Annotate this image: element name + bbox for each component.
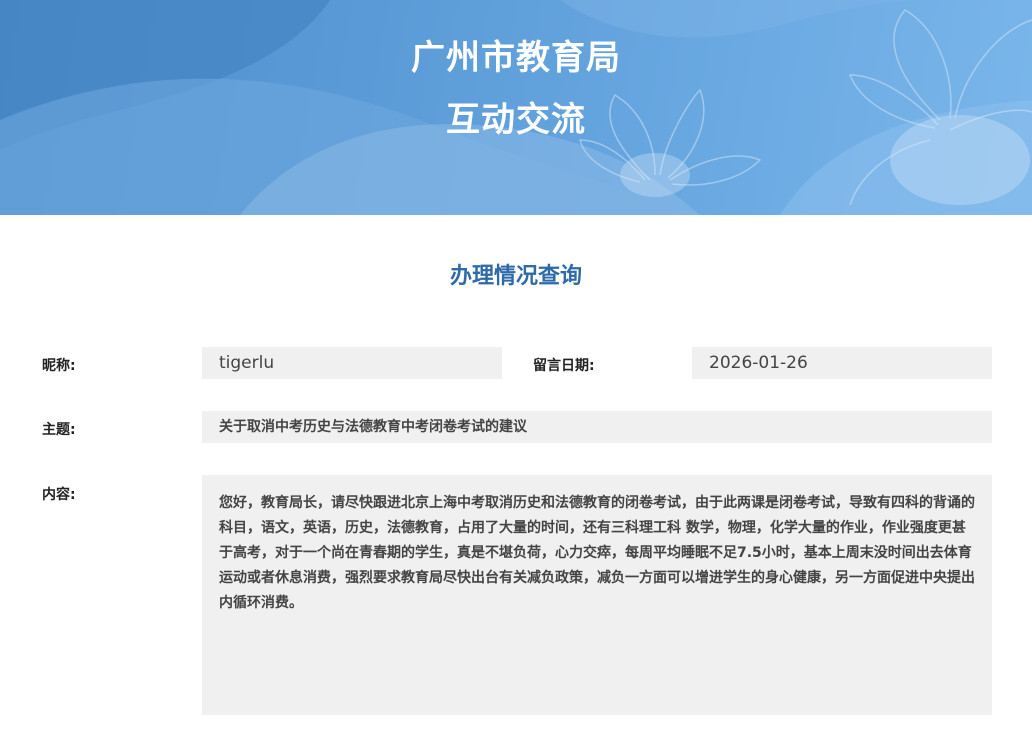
subject-label: 主题: [42,422,76,438]
header-banner: 广州市教育局 互动交流 [0,0,1032,215]
site-subtitle: 互动交流 [446,100,586,140]
date-field: 2026-01-26 [692,347,992,379]
date-label: 留言日期: [533,358,595,374]
nickname-label: 昵称: [42,358,76,374]
site-title: 广州市教育局 [411,38,621,78]
nickname-field: tigerlu [202,347,502,379]
page-title: 办理情况查询 [449,264,582,289]
content-field: 您好，教育局长，请尽快跟进北京上海中考取消历史和法德教育的闭卷考试，由于此两课是… [202,475,992,715]
content-label: 内容: [42,487,76,503]
subject-field: 关于取消中考历史与法德教育中考闭卷考试的建议 [202,411,992,443]
